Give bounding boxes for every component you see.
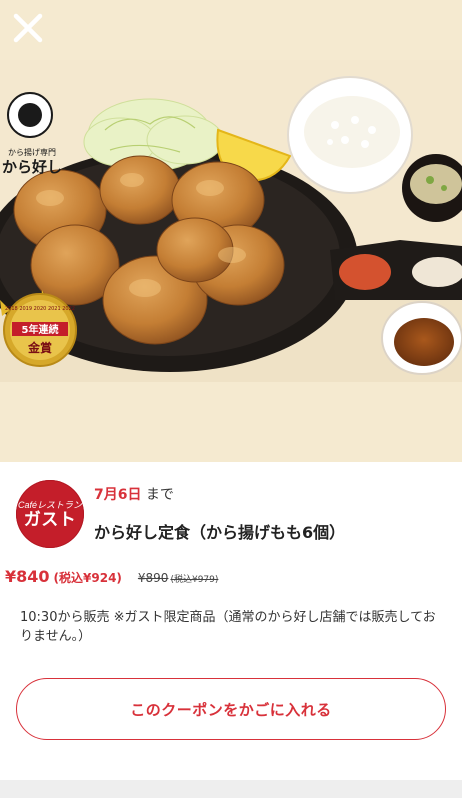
close-icon: [13, 13, 43, 43]
badge-title: 5年連続: [22, 323, 59, 336]
gusto-logo: Caféレストラン ガスト: [16, 480, 84, 548]
hero-image-area: から揚げ専門 から好し 2018 2019 2020 2021 2022 5年連…: [0, 0, 462, 462]
original-price: ¥890: [137, 571, 169, 585]
gusto-logo-cafe: Caféレストラン: [17, 500, 82, 510]
add-coupon-to-cart-button[interactable]: このクーポンをかごに入れる: [16, 678, 446, 740]
coupon-description: 10:30から販売 ※ガスト限定商品（通常のから好し店舗では販売しておりません。…: [20, 610, 436, 644]
badge-years: 2018 2019 2020 2021 2022: [5, 306, 75, 312]
shop-logo-sub: から揚げ専門: [8, 147, 56, 157]
close-button[interactable]: [0, 0, 56, 56]
coupon-details: Caféレストラン ガスト 7月6日 まで から好し定食（から揚げもも6個） ¥…: [0, 462, 462, 780]
coupon-price: ¥840: [5, 567, 50, 586]
bottom-bar: [0, 780, 462, 798]
coupon-price-tax: (税込¥924): [53, 571, 122, 585]
deadline-date: 7月6日: [94, 487, 142, 503]
original-price-tax: (税込¥979): [170, 575, 219, 585]
coupon-deadline: 7月6日 まで: [94, 484, 174, 504]
food-photo: から揚げ専門 から好し 2018 2019 2020 2021 2022 5年連…: [0, 60, 462, 382]
price-row: ¥840 (税込¥924) ¥890 (税込¥979): [5, 567, 218, 586]
product-title: から好し定食（から揚げもも6個）: [94, 523, 346, 542]
shop-logo-text: から好し: [2, 158, 62, 176]
gusto-logo-name: ガスト: [23, 510, 77, 530]
deadline-suffix: まで: [141, 487, 174, 503]
badge-award: 金賞: [27, 340, 52, 355]
